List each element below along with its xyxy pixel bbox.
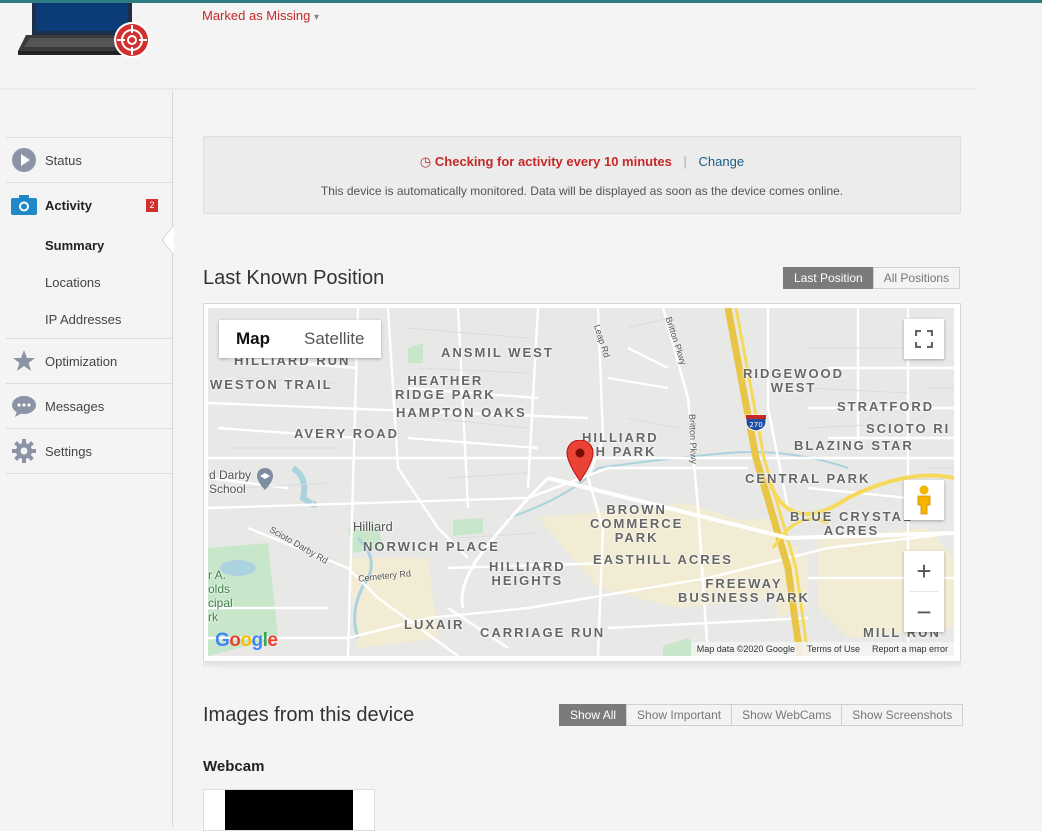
map-label-ansmil-west: ANSMIL WEST (441, 345, 554, 360)
play-circle-icon (11, 147, 37, 173)
report-map-error-link[interactable]: Report a map error (866, 644, 954, 654)
terms-of-use-link[interactable]: Terms of Use (801, 644, 866, 654)
map-label-avery-road: AVERY ROAD (294, 426, 399, 441)
zoom-in-button[interactable]: + (904, 551, 944, 591)
map-label-carriage-run: CARRIAGE RUN (480, 625, 606, 640)
position-section-title: Last Known Position (203, 267, 385, 289)
fullscreen-button[interactable] (904, 319, 944, 359)
webcam-heading: Webcam (203, 758, 265, 775)
map-label-freeway-business-park: FREEWAY BUSINESS PARK (678, 576, 810, 605)
map-label-hilliard: Hilliard (353, 519, 393, 534)
map-label-weston-trail: WESTON TRAIL (210, 377, 333, 392)
star-icon (11, 348, 37, 374)
sidebar-subitem-summary[interactable]: Summary (6, 227, 172, 264)
map-label-norwich-place: NORWICH PLACE (363, 539, 500, 554)
map-label-hampton-oaks: HAMPTON OAKS (396, 405, 527, 420)
sidebar-item-activity[interactable]: Activity 2 (6, 182, 172, 227)
map-label-darby-school: d Darby School (209, 468, 252, 496)
device-status-label: Marked as Missing (202, 8, 311, 23)
map-label-heather-ridge-park: HEATHER RIDGE PARK (395, 373, 496, 402)
main-content: ◷ Checking for activity every 10 minutes… (173, 91, 1042, 831)
map-label-blue-crystal-acres: BLUE CRYSTAL ACRES (790, 509, 913, 538)
map-type-control: Map Satellite (219, 320, 382, 358)
last-position-button[interactable]: Last Position (783, 267, 874, 289)
road-label-britton-pkwy-south: Britton Pkwy (687, 413, 699, 465)
map-label-luxair: LUXAIR (404, 617, 465, 632)
sidebar: Status Activity 2 Summary Locations IP A… (0, 91, 173, 827)
chat-bubble-icon (11, 393, 37, 419)
chevron-down-icon: ▾ (314, 12, 320, 23)
map-frame-shadow (203, 661, 961, 671)
position-toggle-group: Last Position All Positions (783, 267, 961, 289)
map-type-satellite-button[interactable]: Satellite (287, 320, 381, 358)
map-label-brown-commerce-park: BROWN COMMERCE PARK (590, 502, 684, 545)
map-label-scioto: SCIOTO RI (866, 421, 951, 436)
target-icon (114, 22, 150, 58)
sidebar-item-messages[interactable]: Messages (6, 383, 172, 428)
change-interval-link[interactable]: Change (699, 154, 745, 169)
sidebar-nav: Status Activity 2 Summary Locations IP A… (6, 137, 172, 474)
pegman-icon (917, 485, 931, 515)
map-frame: HILLIARD RUN ANSMIL WEST WESTON TRAIL HE… (203, 303, 961, 663)
sidebar-item-label: Optimization (45, 353, 118, 369)
monitor-message: This device is automatically monitored. … (320, 184, 844, 198)
gear-icon (11, 438, 37, 464)
map-label-hilliard-heights: HILLIARD HEIGHTS (489, 559, 566, 588)
device-header: Marked as Missing ▾ (0, 3, 1042, 89)
zoom-out-button[interactable]: − (904, 592, 944, 632)
sidebar-subitem-ip-addresses[interactable]: IP Addresses (6, 301, 172, 338)
sidebar-nav-divider (6, 473, 172, 474)
activity-check-notice: ◷ Checking for activity every 10 minutes… (203, 136, 961, 214)
sidebar-item-label: Activity (45, 197, 92, 213)
street-view-button[interactable] (904, 480, 944, 520)
show-screenshots-button[interactable]: Show Screenshots (841, 704, 964, 726)
map-view[interactable]: HILLIARD RUN ANSMIL WEST WESTON TRAIL HE… (208, 308, 954, 656)
separator: | (683, 154, 687, 169)
webcam-image (225, 790, 353, 830)
image-filter-group: Show All Show Important Show WebCams Sho… (559, 704, 964, 726)
map-type-map-button[interactable]: Map (219, 320, 287, 358)
show-all-button[interactable]: Show All (559, 704, 628, 726)
images-section-title: Images from this device (203, 704, 415, 726)
map-label-stratford: STRATFORD (837, 399, 935, 414)
map-label-reynolds-park: r A. olds cipal rk (208, 568, 233, 624)
map-label-central-park: CENTRAL PARK (745, 471, 871, 486)
map-data-credit: Map data ©2020 Google (696, 644, 795, 654)
sidebar-subitem-locations[interactable]: Locations (6, 264, 172, 301)
check-interval-text: Checking for activity every 10 minutes (434, 154, 672, 169)
map-pin-icon[interactable] (566, 440, 594, 482)
map-label-easthill-acres: EASTHILL ACRES (593, 552, 733, 567)
sidebar-item-optimization[interactable]: Optimization (6, 338, 172, 383)
show-webcams-button[interactable]: Show WebCams (731, 704, 843, 726)
map-label-ridgewood-west: RIDGEWOOD WEST (743, 366, 845, 395)
map-label-blazing-star: BLAZING STAR (794, 438, 914, 453)
device-status-dropdown[interactable]: Marked as Missing ▾ (202, 8, 319, 23)
all-positions-button[interactable]: All Positions (872, 267, 961, 289)
notification-badge: 2 (146, 199, 158, 212)
sidebar-item-status[interactable]: Status (6, 137, 172, 182)
clock-icon: ◷ (419, 154, 432, 169)
map-attribution: Map data ©2020 Google Terms of Use Repor… (690, 642, 954, 656)
webcam-thumbnail[interactable] (203, 789, 375, 831)
sidebar-item-label: Messages (45, 398, 105, 414)
fullscreen-icon (915, 330, 933, 348)
show-important-button[interactable]: Show Important (626, 704, 733, 726)
google-logo: Google (215, 630, 278, 651)
camera-icon (11, 192, 37, 218)
sidebar-item-settings[interactable]: Settings (6, 428, 172, 473)
zoom-control: + − (904, 551, 944, 632)
interstate-shield-icon: 270 (745, 414, 767, 432)
sidebar-item-label: Status (45, 152, 82, 168)
interstate-number: 270 (749, 421, 762, 429)
school-marker-icon (257, 468, 273, 490)
sidebar-item-label: Settings (45, 443, 92, 459)
